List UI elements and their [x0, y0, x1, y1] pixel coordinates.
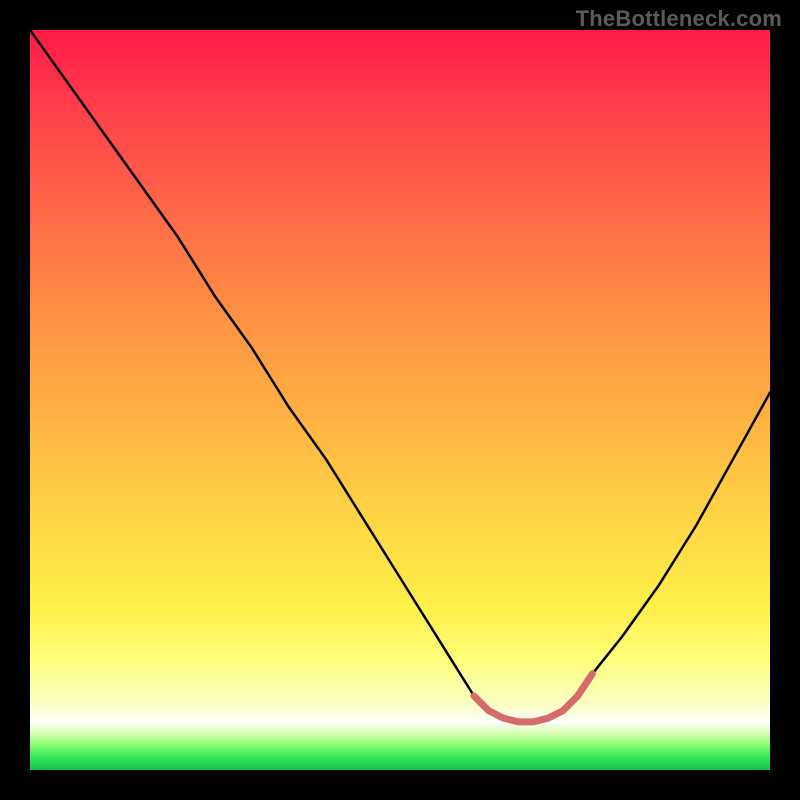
- flat-highlight: [474, 674, 592, 722]
- chart-frame: TheBottleneck.com: [0, 0, 800, 800]
- curve-layer: [30, 30, 770, 770]
- watermark-text: TheBottleneck.com: [576, 6, 782, 32]
- plot-area: [30, 30, 770, 770]
- bottleneck-curve: [30, 30, 770, 722]
